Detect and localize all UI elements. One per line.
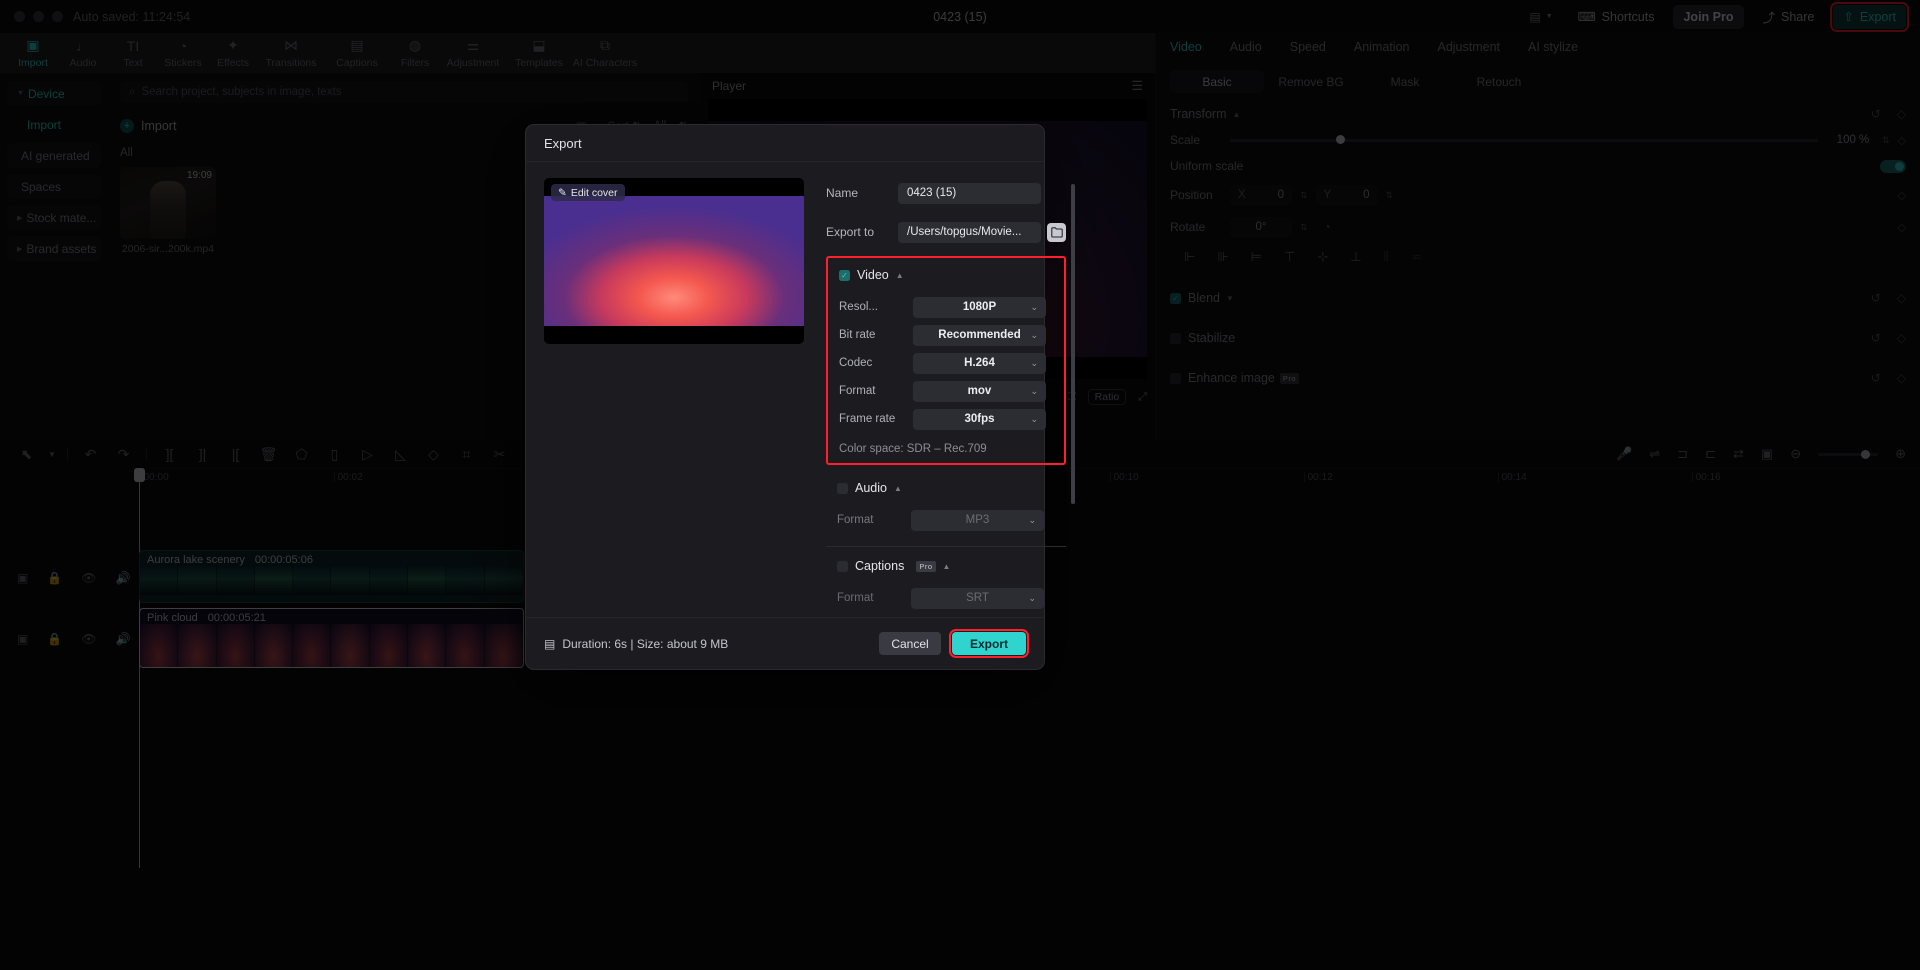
resolution-select[interactable]: 1080P ⌄ [913, 296, 1046, 318]
resolution-row: Resol... 1080P ⌄ [828, 293, 1064, 321]
film-icon: ▤ [544, 636, 556, 651]
bitrate-value: Recommended [938, 329, 1021, 341]
chevron-down-icon: ⌄ [1030, 301, 1038, 312]
video-settings-group: ✓ Video ▲ Resol... 1080P ⌄ Bit rate Reco… [826, 256, 1066, 465]
video-group-header[interactable]: ✓ Video ▲ [828, 268, 1064, 282]
captions-checkbox[interactable]: ✓ [837, 560, 848, 572]
export-confirm-wrapper: Export [949, 629, 1029, 658]
export-info-text: Duration: 6s | Size: about 9 MB [562, 636, 729, 651]
audio-format-label: Format [837, 514, 874, 526]
pencil-icon: ✎ [558, 186, 567, 199]
resolution-value: 1080P [962, 301, 997, 313]
format-label: Format [839, 385, 876, 397]
video-label: Video [857, 268, 889, 282]
app-root: Auto saved: 11:24:54 0423 (15) ▤ ▼ ⌨ Sho… [0, 0, 1920, 970]
resolution-label: Resol... [839, 301, 878, 313]
chevron-up-icon: ▲ [942, 561, 951, 571]
chevron-down-icon: ⌄ [1030, 357, 1038, 368]
cover-image [544, 196, 804, 326]
framerate-label: Frame rate [839, 413, 896, 425]
captions-group-header[interactable]: ✓ Captions Pro ▲ [826, 559, 1066, 573]
captions-format-value: SRT [966, 592, 989, 604]
footer-buttons: Cancel Export [879, 629, 1029, 658]
chevron-down-icon: ⌄ [1030, 413, 1038, 424]
cover-preview[interactable]: ✎ Edit cover [544, 178, 804, 344]
dialog-title: Export [544, 135, 582, 151]
chevron-up-icon: ▲ [895, 270, 904, 280]
dialog-footer: ▤ Duration: 6s | Size: about 9 MB Cancel… [526, 617, 1044, 669]
dialog-title-bar: Export [526, 125, 1044, 162]
export-info: ▤ Duration: 6s | Size: about 9 MB [544, 637, 728, 651]
export-to-label: Export to [826, 225, 875, 239]
framerate-value: 30fps [964, 413, 995, 425]
color-space-text: Color space: SDR – Rec.709 [839, 443, 987, 455]
codec-row: Codec H.264 ⌄ [828, 349, 1064, 377]
name-row: Name 0423 (15) [826, 178, 1066, 208]
format-row: Format mov ⌄ [828, 377, 1064, 405]
edit-cover-button[interactable]: ✎ Edit cover [551, 184, 625, 201]
pro-badge: Pro [916, 560, 936, 572]
name-label: Name [826, 186, 859, 200]
audio-group-header[interactable]: ✓ Audio ▲ [826, 481, 1066, 495]
dialog-scrollbar[interactable] [1071, 184, 1075, 504]
codec-value: H.264 [964, 357, 995, 369]
cover-column: ✎ Edit cover [544, 178, 804, 642]
export-to-row: Export to /Users/topgus/Movie... [826, 217, 1066, 247]
captions-label: Captions [855, 559, 905, 573]
chevron-down-icon: ⌄ [1028, 592, 1036, 603]
bitrate-label: Bit rate [839, 329, 876, 341]
audio-label: Audio [855, 481, 887, 495]
bitrate-row: Bit rate Recommended ⌄ [828, 321, 1064, 349]
codec-select[interactable]: H.264 ⌄ [913, 352, 1046, 374]
audio-checkbox[interactable]: ✓ [837, 482, 848, 494]
audio-format-select[interactable]: MP3 ⌄ [911, 509, 1044, 531]
framerate-select[interactable]: 30fps ⌄ [913, 408, 1046, 430]
chevron-down-icon: ⌄ [1030, 329, 1038, 340]
format-value: mov [967, 385, 992, 397]
audio-format-row: Format MP3 ⌄ [826, 506, 1066, 534]
chevron-down-icon: ⌄ [1030, 385, 1038, 396]
captions-format-row: Format SRT ⌄ [826, 584, 1066, 612]
export-dialog: Export ✎ Edit cover Name 0423 (15) Expor… [525, 124, 1075, 670]
format-select[interactable]: mov ⌄ [913, 380, 1046, 402]
settings-column: Name 0423 (15) Export to /Users/topgus/M… [826, 178, 1075, 642]
video-checkbox[interactable]: ✓ [839, 269, 850, 281]
browse-folder-button[interactable] [1047, 222, 1066, 242]
export-path-input[interactable]: /Users/topgus/Movie... [898, 221, 1041, 243]
divider [826, 546, 1066, 547]
codec-label: Codec [839, 357, 873, 369]
captions-settings-group: ✓ Captions Pro ▲ Format SRT ⌄ [826, 559, 1066, 612]
edit-cover-label: Edit cover [570, 186, 618, 199]
audio-settings-group: ✓ Audio ▲ Format MP3 ⌄ [826, 481, 1066, 534]
folder-icon [1050, 226, 1063, 238]
name-input[interactable]: 0423 (15) [898, 182, 1041, 204]
framerate-row: Frame rate 30fps ⌄ [828, 405, 1064, 433]
cancel-button[interactable]: Cancel [879, 632, 941, 655]
dialog-body: ✎ Edit cover Name 0423 (15) Export to /U… [526, 162, 1075, 642]
audio-format-value: MP3 [965, 514, 990, 526]
captions-format-select[interactable]: SRT ⌄ [911, 587, 1044, 609]
chevron-down-icon: ⌄ [1028, 514, 1036, 525]
chevron-up-icon: ▲ [893, 483, 902, 493]
bitrate-select[interactable]: Recommended ⌄ [913, 324, 1046, 346]
captions-format-label: Format [837, 592, 874, 604]
export-confirm-button[interactable]: Export [952, 632, 1026, 655]
